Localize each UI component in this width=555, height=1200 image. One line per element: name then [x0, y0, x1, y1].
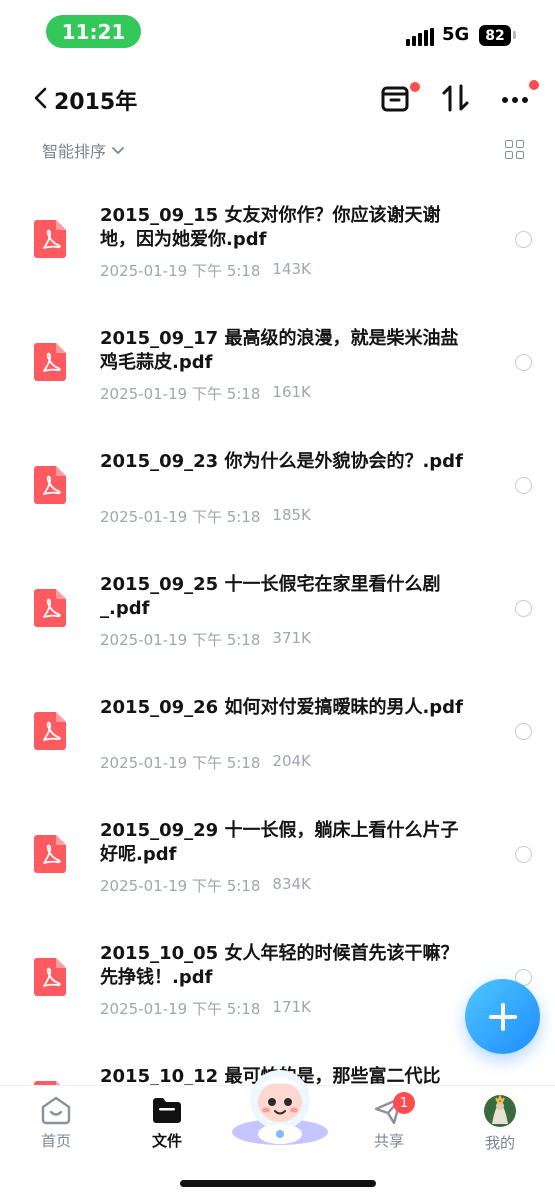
share-badge: 1: [393, 1092, 415, 1114]
file-meta: 2025-01-19 下午 5:18 161K: [100, 383, 311, 404]
file-row[interactable]: 2015_09_23 你为什么是外貌协会的？.pdf 2025-01-19 下午…: [0, 418, 555, 541]
back-button[interactable]: [30, 82, 54, 114]
add-button[interactable]: [465, 979, 540, 1054]
file-size: 161K: [272, 383, 311, 401]
pdf-file-icon: [34, 343, 66, 381]
nav-bar: 2015年: [0, 72, 555, 124]
file-size: 171K: [272, 998, 311, 1016]
avatar-icon: [484, 1094, 516, 1127]
folder-icon: [153, 1098, 181, 1123]
file-row[interactable]: 2015_09_15 女友对你作？你应该谢天谢地，因为她爱你.pdf 2025-…: [0, 172, 555, 295]
pdf-file-icon: [34, 466, 66, 504]
tab-label: 文件: [151, 1132, 182, 1150]
file-meta: 2025-01-19 下午 5:18 171K: [100, 998, 311, 1019]
file-name: 2015_09_15 女友对你作？你应该谢天谢地，因为她爱你.pdf: [100, 205, 441, 250]
page-title: 2015年: [54, 90, 138, 115]
sort-dropdown[interactable]: 智能排序: [42, 138, 126, 162]
tab-label: 我的: [484, 1134, 515, 1152]
file-size: 204K: [272, 752, 311, 770]
mascot-assistant-icon[interactable]: [228, 1062, 332, 1146]
more-notification-dot: [529, 80, 539, 90]
file-meta: 2025-01-19 下午 5:18 204K: [100, 752, 311, 773]
battery-level: 82: [485, 27, 505, 44]
file-size: 143K: [272, 260, 311, 278]
more-icon: [502, 97, 528, 103]
file-meta: 2025-01-19 下午 5:18 143K: [100, 260, 311, 281]
file-meta: 2025-01-19 下午 5:18 371K: [100, 629, 311, 650]
select-radio[interactable]: [515, 354, 532, 371]
more-button[interactable]: [500, 80, 539, 116]
tab-label: 共享: [373, 1132, 404, 1150]
file-row[interactable]: 2015_09_25 十一长假宅在家里看什么剧_.pdf 2025-01-19 …: [0, 541, 555, 664]
file-row[interactable]: 2015_09_26 如何对付爱搞暧昧的男人.pdf 2025-01-19 下午…: [0, 664, 555, 787]
status-bar: 11:21 5G 82: [0, 0, 555, 64]
select-radio[interactable]: [515, 600, 532, 617]
file-name: 2015_09_25 十一长假宅在家里看什么剧_.pdf: [100, 574, 441, 619]
grid-view-icon[interactable]: [505, 140, 525, 160]
file-row[interactable]: 2015_09_29 十一长假，躺床上看什么片子好呢.pdf 2025-01-1…: [0, 787, 555, 910]
file-date: 2025-01-19 下午 5:18: [100, 754, 261, 772]
file-size: 371K: [272, 629, 311, 647]
battery-tip: [513, 31, 516, 39]
file-name: 2015_09_17 最高级的浪漫，就是柴米油盐鸡毛蒜皮.pdf: [100, 328, 459, 373]
file-size: 834K: [272, 875, 311, 893]
tab-share[interactable]: 1 共享: [354, 1092, 424, 1151]
archive-icon: [381, 86, 409, 112]
file-date: 2025-01-19 下午 5:18: [100, 631, 261, 649]
file-name: 2015_09_26 如何对付爱搞暧昧的男人.pdf: [100, 697, 463, 718]
sort-label: 智能排序: [42, 142, 107, 161]
tab-home[interactable]: 首页: [21, 1094, 91, 1151]
select-radio[interactable]: [515, 846, 532, 863]
file-date: 2025-01-19 下午 5:18: [100, 1000, 261, 1018]
pdf-file-icon: [34, 958, 66, 996]
chevron-down-icon: [112, 147, 124, 154]
file-size: 185K: [272, 506, 311, 524]
file-list: 2015_09_15 女友对你作？你应该谢天谢地，因为她爱你.pdf 2025-…: [0, 172, 555, 1092]
select-radio[interactable]: [515, 231, 532, 248]
file-meta: 2025-01-19 下午 5:18 185K: [100, 506, 311, 527]
pdf-file-icon: [34, 220, 66, 258]
tab-label: 首页: [40, 1132, 71, 1150]
file-date: 2025-01-19 下午 5:18: [100, 508, 261, 526]
pdf-file-icon: [34, 835, 66, 873]
file-name: 2015_10_05 女人年轻的时候首先该干嘛？先挣钱！.pdf: [100, 943, 459, 988]
sort-arrows-icon: [442, 84, 469, 112]
archive-notification-dot: [410, 82, 420, 92]
archive-button[interactable]: [380, 82, 420, 116]
status-time: 11:21: [46, 15, 141, 48]
tab-files[interactable]: 文件: [132, 1094, 202, 1151]
select-radio[interactable]: [515, 477, 532, 494]
select-radio[interactable]: [515, 723, 532, 740]
chevron-left-icon: [34, 87, 47, 109]
file-date: 2025-01-19 下午 5:18: [100, 262, 261, 280]
file-name: 2015_09_23 你为什么是外貌协会的？.pdf: [100, 451, 463, 472]
home-indicator: [180, 1180, 376, 1187]
pdf-file-icon: [34, 589, 66, 627]
home-icon: [41, 1096, 71, 1125]
signal-icon: [406, 28, 436, 46]
network-type: 5G: [442, 24, 470, 45]
file-meta: 2025-01-19 下午 5:18 834K: [100, 875, 311, 896]
battery-icon: 82: [479, 25, 511, 46]
file-date: 2025-01-19 下午 5:18: [100, 877, 261, 895]
file-date: 2025-01-19 下午 5:18: [100, 385, 261, 403]
sort-order-button[interactable]: [441, 82, 477, 116]
pdf-file-icon: [34, 712, 66, 750]
tab-profile[interactable]: 我的: [465, 1094, 535, 1153]
file-name: 2015_09_29 十一长假，躺床上看什么片子好呢.pdf: [100, 820, 459, 865]
file-row[interactable]: 2015_09_17 最高级的浪漫，就是柴米油盐鸡毛蒜皮.pdf 2025-01…: [0, 295, 555, 418]
